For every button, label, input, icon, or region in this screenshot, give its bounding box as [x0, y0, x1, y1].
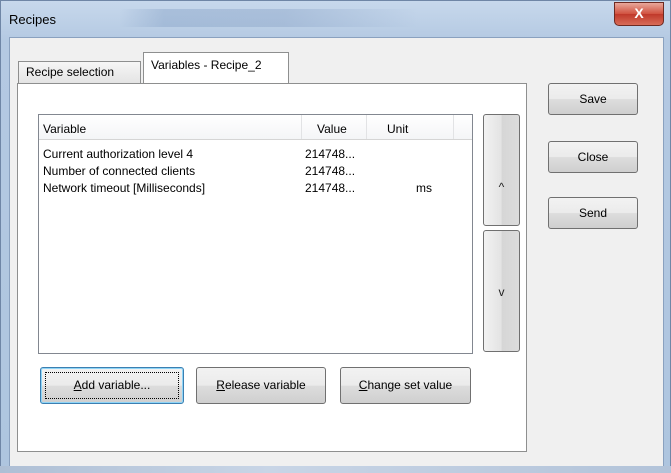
send-button[interactable]: Send — [548, 197, 638, 229]
value-cell: 214748... — [305, 181, 356, 195]
variables-list[interactable]: Variable Value Unit Current authorizatio… — [38, 114, 473, 354]
tab-recipe-selection[interactable]: Recipe selection — [18, 61, 141, 83]
release-variable-mnemonic: R — [216, 378, 225, 392]
save-button[interactable]: Save — [548, 83, 638, 115]
change-set-value-button[interactable]: Change set value — [340, 367, 471, 404]
change-set-value-label: hange set value — [367, 378, 453, 392]
column-header-unit[interactable]: Unit — [367, 115, 454, 139]
unit-cell: ms — [416, 181, 432, 195]
caret-up-icon: ^ — [498, 180, 505, 194]
title-bar-blur — [119, 9, 419, 27]
list-header: Variable Value Unit — [39, 115, 472, 140]
add-variable-label: dd variable... — [81, 378, 151, 392]
value-cell: 214748... — [305, 164, 356, 178]
column-header-variable[interactable]: Variable — [39, 115, 302, 139]
column-header-value[interactable]: Value — [302, 115, 367, 139]
table-row[interactable]: Number of connected clients 214748... — [39, 163, 472, 180]
table-row[interactable]: Current authorization level 4 214748... — [39, 146, 472, 163]
variable-cell: Network timeout [Milliseconds] — [43, 181, 206, 195]
caret-down-icon: v — [498, 285, 505, 299]
table-row[interactable]: Network timeout [Milliseconds] 214748...… — [39, 180, 472, 197]
release-variable-label: elease variable — [224, 378, 306, 392]
taskbar-strip — [0, 466, 671, 473]
value-cell: 214748... — [305, 147, 356, 161]
window-close-button[interactable]: X — [614, 2, 664, 26]
add-variable-button[interactable]: Add variable... — [40, 367, 184, 404]
close-button[interactable]: Close — [548, 141, 638, 173]
window-title: Recipes — [9, 12, 56, 27]
title-bar: Recipes X — [1, 1, 670, 37]
tab-variables-recipe[interactable]: Variables - Recipe_2 — [143, 52, 289, 83]
scroll-down-button[interactable]: v — [483, 230, 520, 352]
variable-cell: Current authorization level 4 — [43, 147, 194, 161]
release-variable-button[interactable]: Release variable — [196, 367, 326, 404]
add-variable-mnemonic: A — [73, 378, 82, 392]
variable-cell: Number of connected clients — [43, 164, 196, 178]
scroll-up-button[interactable]: ^ — [483, 114, 520, 226]
